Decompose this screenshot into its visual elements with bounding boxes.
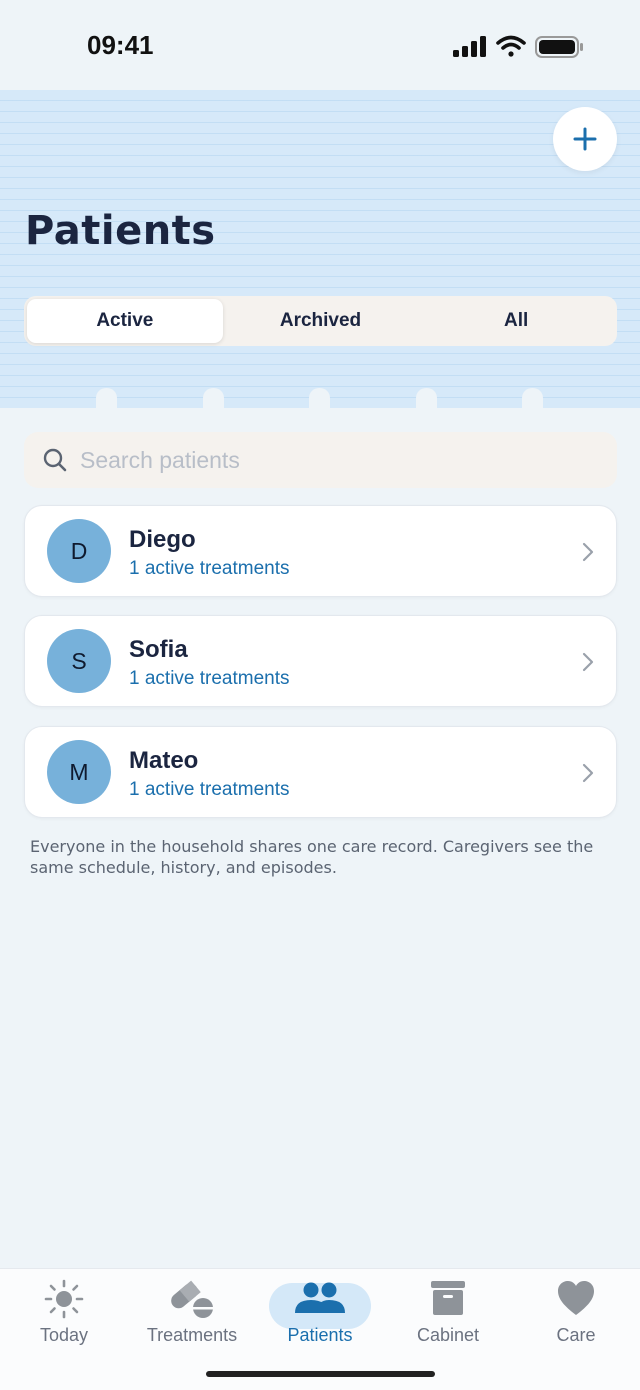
tab-today[interactable]: Today xyxy=(0,1269,128,1359)
search-input[interactable] xyxy=(80,446,580,474)
page-title: Patients xyxy=(25,208,216,254)
patient-treatment-count: 1 active treatments xyxy=(129,558,290,579)
patient-row-sofia[interactable]: S Sofia 1 active treatments xyxy=(24,615,617,707)
tab-patients[interactable]: Patients xyxy=(256,1269,384,1359)
tab-label: Care xyxy=(556,1325,596,1345)
chevron-right-icon xyxy=(582,542,594,562)
patient-name: Diego xyxy=(129,526,196,553)
avatar: M xyxy=(47,740,111,804)
header: Patients Active Archived All xyxy=(0,90,640,408)
people-icon xyxy=(295,1282,345,1313)
binder-tab xyxy=(522,388,543,408)
search-box xyxy=(24,432,617,488)
tab-care[interactable]: Care xyxy=(512,1269,640,1359)
status-time: 09:41 xyxy=(87,30,154,60)
sun-icon xyxy=(44,1279,84,1319)
patient-name: Mateo xyxy=(129,747,199,774)
home-indicator xyxy=(206,1371,435,1377)
chevron-right-icon xyxy=(582,652,594,672)
tab-label: Treatments xyxy=(146,1325,238,1345)
heart-icon xyxy=(558,1281,594,1315)
household-footnote: Everyone in the household shares one car… xyxy=(30,837,594,877)
archive-box-icon xyxy=(431,1281,465,1315)
patient-name: Sofia xyxy=(129,636,188,663)
tab-treatments[interactable]: Treatments xyxy=(128,1269,256,1359)
binder-tab xyxy=(309,388,330,408)
patient-treatment-count: 1 active treatments xyxy=(129,668,290,689)
tab-label: Today xyxy=(39,1325,89,1345)
status-icons xyxy=(453,35,583,58)
tab-cabinet[interactable]: Cabinet xyxy=(384,1269,512,1359)
status-bar: 09:41 xyxy=(0,0,640,92)
plus-icon xyxy=(573,127,597,151)
patient-treatment-count: 1 active treatments xyxy=(129,779,290,800)
patient-row-mateo[interactable]: M Mateo 1 active treatments xyxy=(24,726,617,818)
chevron-right-icon xyxy=(582,763,594,783)
battery-icon xyxy=(535,36,583,58)
filter-segmented-control: Active Archived All xyxy=(24,296,617,346)
segment-all[interactable]: All xyxy=(418,299,614,343)
pills-icon xyxy=(171,1280,213,1318)
tab-label: Patients xyxy=(287,1325,353,1345)
patient-row-diego[interactable]: D Diego 1 active treatments xyxy=(24,505,617,597)
binder-tab xyxy=(96,388,117,408)
tab-label: Cabinet xyxy=(416,1325,480,1345)
segment-active[interactable]: Active xyxy=(27,299,223,343)
binder-tab xyxy=(203,388,224,408)
binder-tab xyxy=(416,388,437,408)
avatar: D xyxy=(47,519,111,583)
segment-archived[interactable]: Archived xyxy=(223,299,419,343)
signal-icon xyxy=(453,36,486,57)
add-patient-button[interactable] xyxy=(553,107,617,171)
wifi-icon xyxy=(496,35,526,57)
search-icon xyxy=(43,448,67,472)
avatar: S xyxy=(47,629,111,693)
